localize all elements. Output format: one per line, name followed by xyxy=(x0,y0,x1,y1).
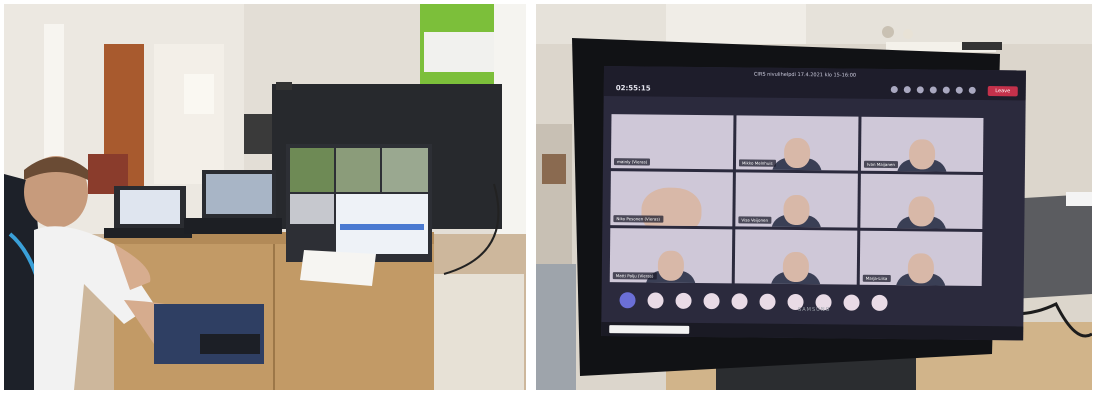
chat-icon[interactable] xyxy=(903,86,911,94)
avatar[interactable] xyxy=(675,292,692,309)
people-icon[interactable] xyxy=(890,86,898,94)
participant-tile: Mikko Melnhuis xyxy=(735,115,859,171)
avatar[interactable] xyxy=(843,294,860,311)
participant-tile: Visa Veijonen xyxy=(735,172,858,228)
tv-screen-meeting: CIRS nivulihelpdi 17.4.2021 klo 15-16:00… xyxy=(601,66,1026,341)
rug xyxy=(424,274,524,390)
avatar[interactable] xyxy=(647,292,664,309)
participant-name: Ivan Maijanen xyxy=(863,160,898,169)
papers xyxy=(300,250,376,286)
photo-streaming-desk xyxy=(4,4,526,390)
photo-tv-meeting: CIRS nivulihelpdi 17.4.2021 klo 15-16:00… xyxy=(536,4,1092,390)
avatar[interactable] xyxy=(731,293,748,310)
meeting-topbar: CIRS nivulihelpdi 17.4.2021 klo 15-16:00… xyxy=(603,66,1026,101)
more-icon[interactable] xyxy=(929,86,937,94)
leave-button[interactable]: Leave xyxy=(987,86,1018,97)
participant-name: Visa Veijonen xyxy=(738,216,772,224)
participant-tile: mainly (Vieras) xyxy=(610,114,734,170)
tv-brand-logo: SAMSUNG xyxy=(798,307,831,313)
camera-icon[interactable] xyxy=(942,86,950,94)
participant-name: mainly (Vieras) xyxy=(613,158,651,166)
participant-tile: Niko Pesonen (Vieras) xyxy=(610,171,733,227)
participant-grid: mainly (Vieras) Mikko Melnhuis Ivan Maij… xyxy=(609,114,984,286)
participant-name: Niko Pesonen (Vieras) xyxy=(613,215,664,223)
participant-tile xyxy=(860,173,983,229)
participant-name: Mikko Melnhuis xyxy=(738,159,776,167)
meeting-title: CIRS nivulihelpdi 17.4.2021 klo 15-16:00 xyxy=(753,71,857,79)
participant-name: Marja-Liisa xyxy=(862,274,891,283)
participant-tile: Marja-Liisa xyxy=(859,230,983,286)
participant-tile: Matti Palju (Vieras) xyxy=(609,228,733,284)
participant-name: Matti Palju (Vieras) xyxy=(612,272,657,280)
streaming-desk-scene xyxy=(4,4,526,390)
participant-dock xyxy=(619,292,888,311)
avatar[interactable] xyxy=(871,294,888,311)
meeting-timer: 02:55:15 xyxy=(615,84,651,93)
meeting-toolbar xyxy=(890,86,976,94)
mic-icon[interactable] xyxy=(955,86,963,94)
share-icon[interactable] xyxy=(968,86,976,94)
add-participant-icon[interactable] xyxy=(619,292,636,309)
participant-tile xyxy=(734,229,858,285)
taskbar-search[interactable] xyxy=(609,325,690,334)
participant-tile: Ivan Maijanen xyxy=(860,116,984,172)
hand-icon[interactable] xyxy=(916,86,924,94)
avatar[interactable] xyxy=(759,293,776,310)
avatar[interactable] xyxy=(703,293,720,310)
